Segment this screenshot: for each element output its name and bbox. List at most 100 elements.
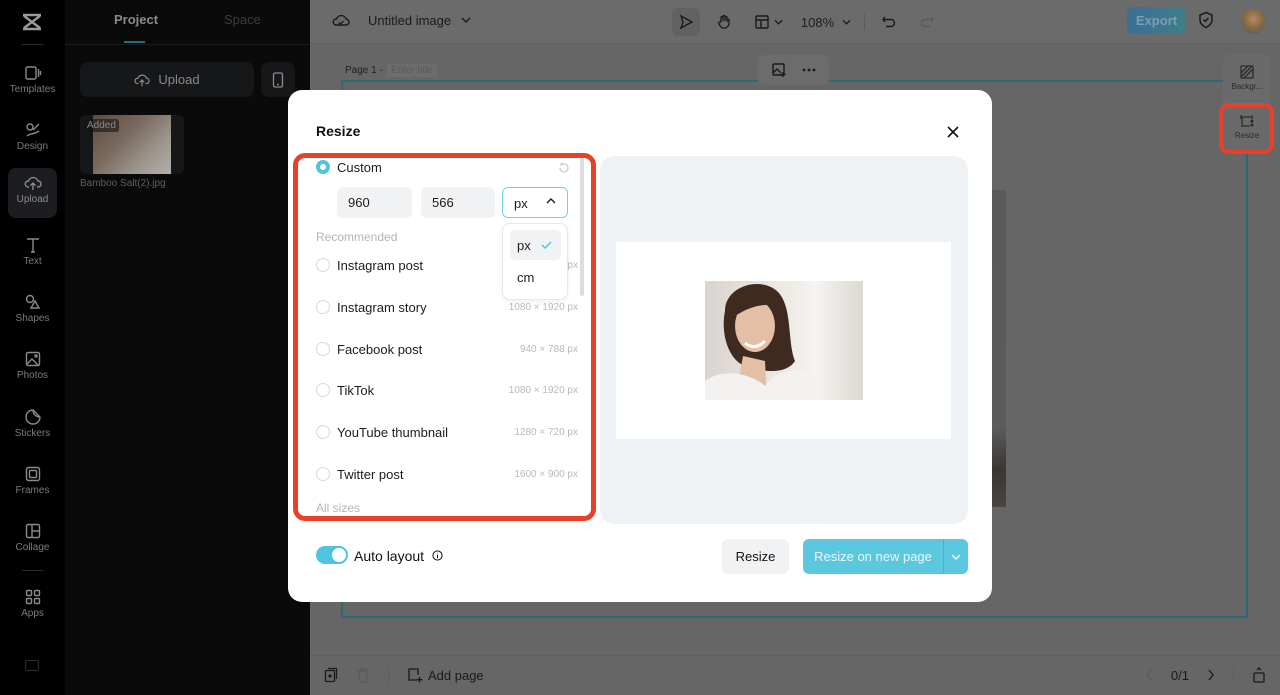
auto-layout-toggle[interactable] xyxy=(316,546,348,564)
undo-icon xyxy=(882,16,896,28)
bottom-bar: Add page 0/1 xyxy=(310,655,1280,695)
rail-item-label: Apps xyxy=(21,608,44,619)
resize-dialog: Resize Custom 960 566 px Recommended Ins… xyxy=(288,90,992,602)
canvas-image[interactable] xyxy=(992,190,1006,507)
upload-button-label: Upload xyxy=(158,72,200,87)
auto-layout-label: Auto layout xyxy=(354,548,425,564)
rail-item-collage[interactable]: Collage xyxy=(8,516,57,566)
rail-item-upload[interactable]: Upload xyxy=(8,168,57,218)
unit-option-cm[interactable]: cm xyxy=(510,262,561,292)
zoom-dropdown[interactable]: 108% xyxy=(798,8,854,36)
keyboard-shortcuts-icon[interactable] xyxy=(25,660,39,671)
rail-item-photos[interactable]: Photos xyxy=(8,344,57,394)
rail-item-frames[interactable]: Frames xyxy=(8,459,57,509)
preset-radio[interactable] xyxy=(316,425,330,439)
zoom-level: 108% xyxy=(800,14,835,30)
recommended-label: Recommended xyxy=(316,230,398,244)
user-avatar[interactable] xyxy=(1241,9,1266,34)
toolbar-divider xyxy=(1233,667,1234,683)
preset-radio[interactable] xyxy=(316,300,330,314)
resize-options-dropdown[interactable] xyxy=(943,539,968,574)
rail-item-stickers[interactable]: Stickers xyxy=(8,402,57,452)
upload-icon xyxy=(24,176,42,190)
document-title: Untitled image xyxy=(368,12,452,28)
preset-size: 1080 × 1920 px xyxy=(508,385,578,396)
tab-project[interactable]: Project xyxy=(114,12,158,27)
project-panel: Project Space Upload Added Bamboo Salt(2… xyxy=(65,0,310,695)
add-page-label: Add page xyxy=(428,667,484,683)
rail-item-design[interactable]: Design xyxy=(8,115,57,165)
cursor-icon xyxy=(679,14,694,30)
width-input[interactable]: 960 xyxy=(337,187,412,218)
preset-label: Instagram post xyxy=(337,258,423,273)
next-page-icon[interactable] xyxy=(1207,669,1215,681)
unit-select[interactable]: px xyxy=(502,187,568,218)
rail-item-label: Text xyxy=(23,256,42,267)
resize-preview xyxy=(600,156,968,524)
hand-tool[interactable] xyxy=(710,8,738,36)
preset-radio[interactable] xyxy=(316,467,330,481)
asset-filename: Bamboo Salt(2).jpg xyxy=(80,178,166,189)
page-label: Page 1 - Enter title xyxy=(345,64,438,77)
add-page-icon xyxy=(408,668,423,683)
add-page-button[interactable]: Add page xyxy=(407,667,484,683)
unit-option-label: cm xyxy=(517,270,535,285)
page-list-icon[interactable] xyxy=(1252,667,1266,683)
document-title-area[interactable]: Untitled image xyxy=(332,12,471,28)
background-tool[interactable]: Backgr... xyxy=(1223,65,1271,91)
custom-radio[interactable] xyxy=(316,160,330,174)
rail-item-text[interactable]: Text xyxy=(8,230,57,280)
duplicate-page-icon[interactable] xyxy=(324,667,338,683)
shield-check-icon[interactable] xyxy=(1198,11,1214,29)
preset-radio[interactable] xyxy=(316,258,330,272)
rail-item-apps[interactable]: Apps xyxy=(8,582,57,632)
height-input[interactable]: 566 xyxy=(421,187,495,218)
upload-button[interactable]: Upload xyxy=(80,62,254,97)
toolbar-divider xyxy=(864,14,865,30)
preset-radio[interactable] xyxy=(316,342,330,356)
resize-tool-highlight xyxy=(1219,103,1274,154)
export-button[interactable]: Export xyxy=(1127,7,1186,34)
redo-button[interactable] xyxy=(913,8,941,36)
all-sizes-label[interactable]: All sizes xyxy=(316,501,360,515)
page-floating-toolbar xyxy=(758,55,829,85)
reset-icon[interactable] xyxy=(558,162,570,174)
shapes-icon xyxy=(25,294,40,309)
upload-from-phone-button[interactable] xyxy=(261,62,295,97)
resize-button[interactable]: Resize xyxy=(722,539,789,574)
add-image-icon[interactable] xyxy=(771,62,787,78)
info-icon[interactable] xyxy=(432,550,443,561)
asset-thumbnail[interactable]: Added xyxy=(80,115,184,174)
portrait-illustration xyxy=(705,283,820,400)
preset-size: 1600 × 900 px xyxy=(514,469,578,480)
rail-item-label: Design xyxy=(16,141,49,152)
redo-icon xyxy=(920,16,934,28)
select-tool[interactable] xyxy=(672,8,700,36)
app-logo-icon[interactable] xyxy=(20,10,44,34)
more-options-icon[interactable] xyxy=(802,68,816,72)
preset-label: Facebook post xyxy=(337,342,423,357)
options-scrollbar[interactable] xyxy=(580,156,584,296)
rail-item-shapes[interactable]: Shapes xyxy=(8,287,57,337)
page-title-input[interactable]: Enter title xyxy=(386,64,438,77)
delete-page-icon[interactable] xyxy=(356,667,370,683)
undo-button[interactable] xyxy=(875,8,903,36)
preset-radio[interactable] xyxy=(316,383,330,397)
unit-option-label: px xyxy=(517,238,531,253)
resize-on-new-page-button[interactable]: Resize on new page xyxy=(803,539,943,574)
layout-dropdown[interactable] xyxy=(748,8,788,36)
active-tab-indicator xyxy=(124,41,145,43)
chevron-down-icon xyxy=(842,19,851,25)
preset-size: 940 × 788 px xyxy=(519,344,578,355)
rail-item-templates[interactable]: Templates xyxy=(8,58,57,108)
preset-label: TikTok xyxy=(337,383,375,398)
left-rail: Templates Design Upload Text Shapes Phot… xyxy=(0,0,65,695)
preset-label: YouTube thumbnail xyxy=(337,425,449,440)
tab-space[interactable]: Space xyxy=(224,12,261,27)
unit-option-px[interactable]: px xyxy=(510,230,561,260)
page-number-label: Page 1 - xyxy=(345,65,383,76)
previous-page-icon[interactable] xyxy=(1145,669,1153,681)
stickers-icon xyxy=(24,409,41,425)
added-badge: Added xyxy=(84,119,119,132)
close-icon[interactable] xyxy=(945,124,961,140)
